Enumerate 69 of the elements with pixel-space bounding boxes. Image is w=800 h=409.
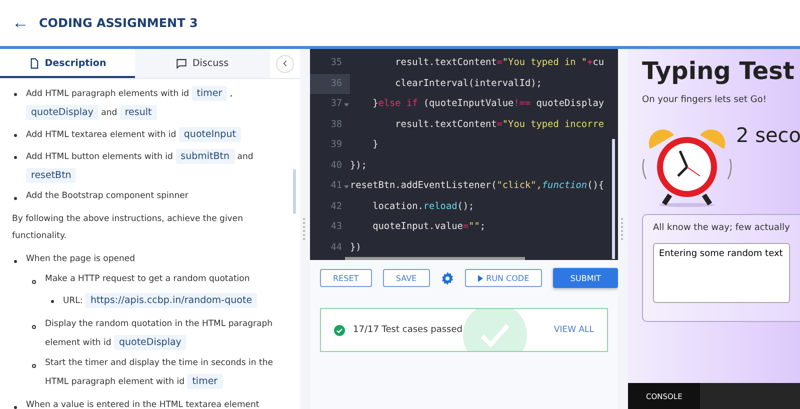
line-number: 36	[310, 74, 350, 94]
view-all-link[interactable]: VIEW ALL	[554, 325, 594, 335]
bullet-icon	[14, 134, 17, 137]
scrollbar-thumb[interactable]	[293, 169, 296, 214]
bullet-icon	[32, 280, 36, 284]
code-line: resetBtn.addEventListener("click",function(){	[350, 180, 605, 192]
code-line: }else if (quoteInputValue!== quoteDisplay	[372, 98, 606, 110]
action-button[interactable]: RESET	[320, 269, 372, 287]
timer-text: 2 seco	[736, 123, 800, 147]
test-result-text: 17/17 Test cases passed	[353, 325, 462, 335]
line-number: 41	[310, 176, 350, 196]
document-icon	[28, 58, 40, 69]
code-line: quoteInput.value="";	[372, 221, 486, 234]
bullet-icon	[51, 300, 54, 303]
line-number: 37	[310, 94, 350, 114]
code-line: clearInterval(intervalId);	[394, 78, 543, 90]
line-number: 35	[330, 56, 343, 70]
bullet-icon	[14, 197, 17, 200]
code-line: }	[372, 139, 380, 152]
back-button[interactable]: ←	[10, 13, 31, 33]
fold-caret-icon[interactable]	[344, 185, 349, 189]
check-circle-icon	[334, 324, 345, 336]
instruction-item: Add HTML button elements with id submitBtn and resetBtn	[26, 148, 254, 185]
instruction-item: URL: https://apis.ccbp.in/random-quote	[63, 291, 258, 310]
code-line: result.textContent="You typed in "+cu	[394, 57, 606, 70]
collapse-button[interactable]	[276, 54, 294, 72]
scrollbar-thumb[interactable]	[345, 257, 525, 260]
preview-subtitle: On your fingers lets set Go!	[642, 95, 768, 105]
line-number: 43	[330, 220, 343, 234]
instruction-item: When a value is entered in the HTML textarea element	[26, 399, 260, 409]
chat-icon	[176, 58, 188, 69]
instruction-item: Start the timer and display the time in seconds in the HTML paragraph element with id timer	[45, 357, 274, 391]
code-editor[interactable]	[310, 49, 618, 260]
code-line: location.reload();	[372, 200, 476, 213]
line-number: 38	[330, 118, 343, 132]
quote-input-field[interactable]: Entering some random text	[653, 243, 790, 303]
bullet-icon	[14, 406, 17, 409]
bullet-icon	[32, 325, 36, 329]
line-number: 44	[330, 240, 343, 254]
line-number: 39	[330, 138, 343, 152]
bullet-icon	[14, 156, 17, 159]
play-icon	[478, 274, 484, 282]
bullet-icon	[32, 364, 36, 368]
code-line: result.textContent="You typed incorre	[394, 118, 606, 131]
bullet-icon	[14, 93, 17, 96]
line-number: 40	[330, 158, 343, 172]
instruction-item: Display the random quotation in the HTML paragraph element with id quoteDisplay	[45, 318, 274, 352]
instruction-item: Make a HTTP request to get a random quotation	[45, 273, 251, 286]
assignment-title: CODING ASSIGNMENT 3	[39, 16, 198, 30]
resize-handle[interactable]	[621, 218, 625, 240]
chevron-left-icon	[282, 60, 288, 67]
instruction-item: When the page is opened	[26, 253, 136, 266]
fold-caret-icon[interactable]	[344, 103, 349, 107]
preview-title: Typing Test	[642, 57, 796, 85]
code-line: });	[350, 160, 368, 172]
code-line: })	[350, 242, 362, 254]
settings-icon[interactable]	[440, 272, 454, 284]
bullet-icon	[14, 260, 17, 263]
run-code-button[interactable]: RUN CODE	[465, 269, 542, 287]
tab[interactable]: Discuss	[135, 49, 270, 78]
scrollbar-thumb[interactable]	[612, 139, 615, 259]
instruction-item: Add the Bootstrap component spinner	[26, 190, 190, 203]
description-paragraph: By following the above instructions, achieve the given functionality.	[12, 213, 244, 243]
quote-text: All know the way; few actually	[653, 223, 790, 233]
line-number: 42	[330, 200, 343, 214]
resize-handle[interactable]	[303, 218, 307, 240]
instruction-item: Add HTML textarea element with id quoteInput	[26, 125, 282, 144]
action-button[interactable]: SAVE	[382, 269, 430, 287]
submit-button[interactable]: SUBMIT	[553, 268, 618, 288]
